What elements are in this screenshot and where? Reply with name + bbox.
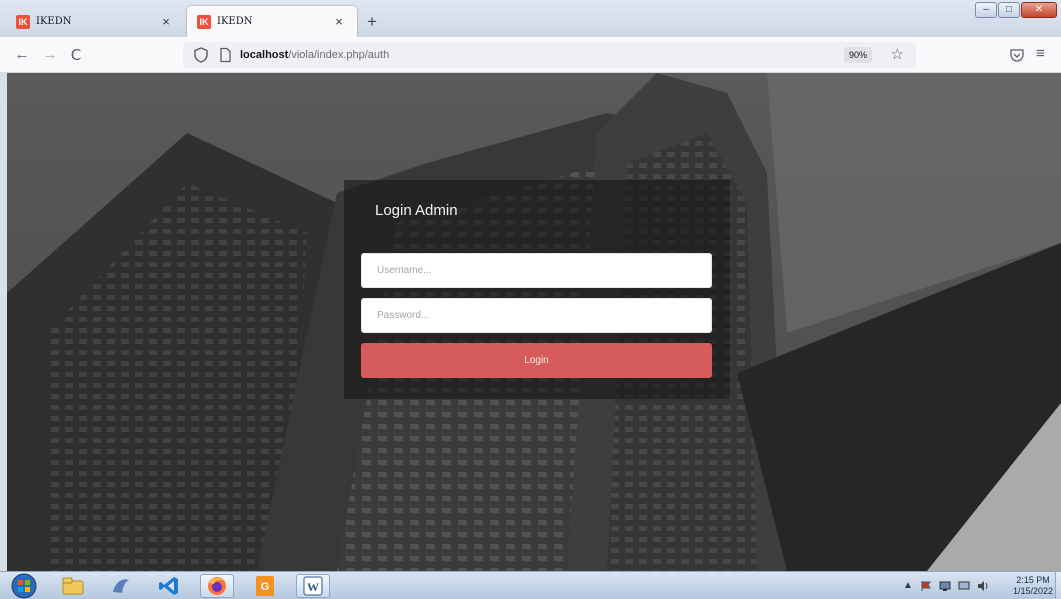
username-input[interactable] xyxy=(361,253,712,288)
window-controls: – □ ✕ xyxy=(975,2,1057,18)
forward-button[interactable]: → xyxy=(40,45,60,65)
svg-text:W: W xyxy=(307,580,319,594)
start-orb-icon[interactable] xyxy=(8,573,40,599)
network-icon[interactable] xyxy=(939,580,951,592)
login-button[interactable]: Login xyxy=(361,343,712,378)
site-favicon-icon: IK xyxy=(16,14,30,29)
tab-title: IKEDN xyxy=(217,16,253,27)
site-favicon-icon: IK xyxy=(197,14,211,29)
hamburger-menu-icon[interactable]: ≡ xyxy=(1036,45,1045,62)
maximize-button[interactable]: □ xyxy=(998,2,1020,18)
url-host: localhost xyxy=(240,49,289,61)
new-tab-button[interactable]: + xyxy=(362,12,382,32)
minimize-button[interactable]: – xyxy=(975,2,997,18)
browser-navigation-bar: ← → C localhost /viola/index.php/auth 90… xyxy=(0,37,1061,73)
login-panel: Login Admin Login xyxy=(344,180,730,399)
browser-tab-2-active[interactable]: IK IKEDN × xyxy=(187,6,357,37)
vscode-icon[interactable] xyxy=(152,574,186,598)
firefox-icon[interactable] xyxy=(200,574,234,598)
page-icon[interactable] xyxy=(216,46,234,64)
clock-time: 2:15 PM xyxy=(1016,575,1050,585)
pdf-tool-icon[interactable]: G xyxy=(248,574,282,598)
browser-tab-1[interactable]: IK IKEDN × xyxy=(6,6,184,37)
back-button[interactable]: ← xyxy=(12,45,32,65)
url-path: /viola/index.php/auth xyxy=(288,49,390,61)
tray-expand-icon[interactable]: ▲ xyxy=(903,580,913,592)
tab-title: IKEDN xyxy=(36,16,72,27)
svg-text:G: G xyxy=(261,581,270,593)
tab-close-icon[interactable]: × xyxy=(331,14,347,29)
reload-button[interactable]: C xyxy=(66,45,86,65)
close-window-button[interactable]: ✕ xyxy=(1021,2,1057,18)
windows-taskbar: G W ▲ 2:15 PM 1/15/2022 xyxy=(0,571,1061,599)
show-desktop-button[interactable] xyxy=(1055,572,1061,599)
action-center-flag-icon[interactable] xyxy=(920,580,932,592)
star-icon[interactable]: ☆ xyxy=(891,45,904,63)
system-clock[interactable]: 2:15 PM 1/15/2022 xyxy=(1013,575,1053,597)
volume-icon[interactable] xyxy=(977,580,989,592)
dolphin-app-icon[interactable] xyxy=(104,574,138,598)
system-tray: ▲ xyxy=(903,580,989,592)
pocket-icon[interactable] xyxy=(1009,47,1025,63)
word-icon[interactable]: W xyxy=(296,574,330,598)
screen: IK IKEDN × IK IKEDN × + – □ ✕ ← → C loca… xyxy=(0,0,1061,599)
address-bar[interactable]: localhost /viola/index.php/auth 90% ☆ xyxy=(183,42,916,68)
zoom-level-badge[interactable]: 90% xyxy=(843,47,872,63)
file-explorer-icon[interactable] xyxy=(56,574,90,598)
login-title: Login Admin xyxy=(375,202,458,219)
browser-tab-strip: IK IKEDN × IK IKEDN × + – □ ✕ xyxy=(0,0,1061,37)
password-input[interactable] xyxy=(361,298,712,333)
shield-icon[interactable] xyxy=(192,46,210,64)
page-viewport: Login Admin Login xyxy=(7,73,1061,571)
display-icon[interactable] xyxy=(958,580,970,592)
clock-date: 1/15/2022 xyxy=(1013,586,1054,596)
tab-close-icon[interactable]: × xyxy=(158,14,174,29)
